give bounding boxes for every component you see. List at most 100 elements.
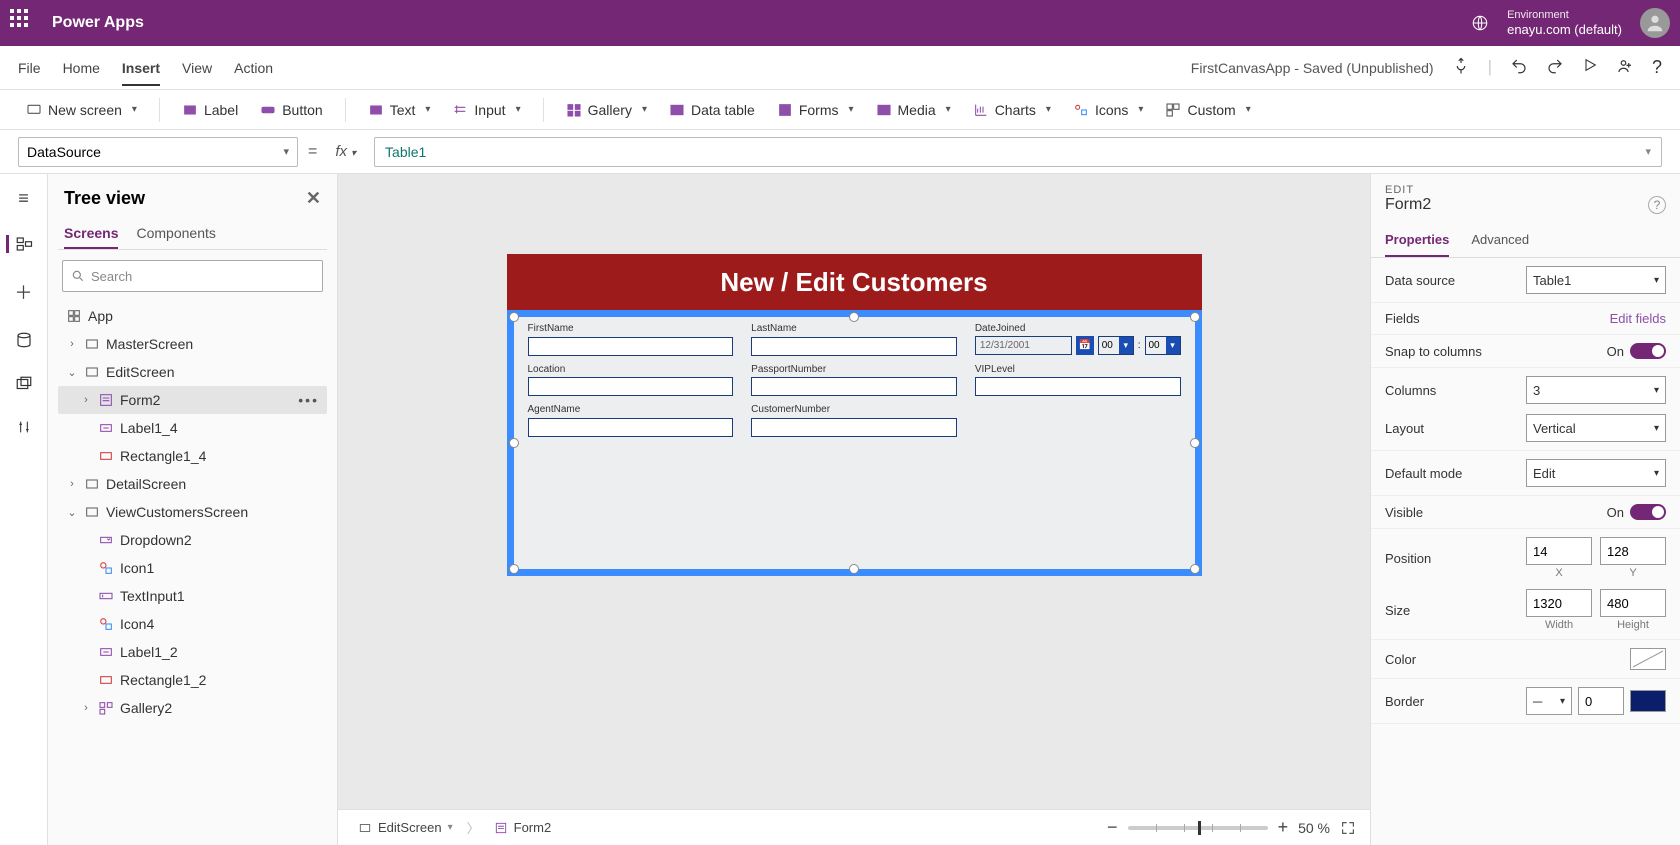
tree-form2[interactable]: › Form2 ••• xyxy=(58,386,327,414)
svg-text:ab: ab xyxy=(373,107,381,114)
close-tree-icon[interactable]: ✕ xyxy=(306,188,321,209)
globe-icon xyxy=(1471,14,1489,32)
forms-button[interactable]: Forms xyxy=(769,98,862,122)
tree-title: Tree view xyxy=(64,188,145,209)
help-icon[interactable]: ? xyxy=(1652,57,1662,78)
width-input[interactable] xyxy=(1526,589,1592,617)
tree-label12[interactable]: Label1_2 xyxy=(58,638,327,666)
tree-viewcustscreen[interactable]: ⌄ ViewCustomersScreen xyxy=(58,498,327,526)
label-button[interactable]: Label xyxy=(174,98,246,122)
border-style-select[interactable]: ─▾ xyxy=(1526,687,1572,715)
app-title: Power Apps xyxy=(52,14,144,32)
field-agentname[interactable]: AgentName xyxy=(528,404,734,437)
tree-rect14[interactable]: Rectangle1_4 xyxy=(58,442,327,470)
field-viplevel[interactable]: VIPLevel xyxy=(975,364,1181,397)
height-input[interactable] xyxy=(1600,589,1666,617)
field-passport[interactable]: PassportNumber xyxy=(751,364,957,397)
menu-home[interactable]: Home xyxy=(63,50,100,86)
calendar-icon[interactable]: 📅 xyxy=(1076,336,1094,355)
prop-help-icon[interactable]: ? xyxy=(1648,196,1666,214)
custom-button[interactable]: Custom xyxy=(1157,98,1258,122)
play-icon[interactable] xyxy=(1582,57,1598,78)
tree-gallery2[interactable]: › Gallery2 xyxy=(58,694,327,722)
data-table-button[interactable]: Data table xyxy=(661,98,763,122)
hamburger-icon[interactable]: ≡ xyxy=(18,188,29,209)
formula-input[interactable]: Table1 ▾ xyxy=(374,137,1662,167)
pos-x-input[interactable] xyxy=(1526,537,1592,565)
more-icon[interactable]: ••• xyxy=(298,392,319,408)
field-firstname[interactable]: FirstName xyxy=(528,323,734,356)
edit-fields-link[interactable]: Edit fields xyxy=(1610,311,1666,326)
data-icon[interactable] xyxy=(15,331,33,349)
tab-properties[interactable]: Properties xyxy=(1385,224,1449,257)
canvas-screen[interactable]: New / Edit Customers FirstName LastName xyxy=(507,254,1202,576)
field-custnumber[interactable]: CustomerNumber xyxy=(751,404,957,437)
icons-button[interactable]: Icons xyxy=(1065,98,1152,122)
fit-icon[interactable] xyxy=(1340,820,1356,836)
field-datejoined[interactable]: DateJoined 12/31/2001 📅 00▾ : 00▾ xyxy=(975,323,1181,356)
text-button[interactable]: ab Text xyxy=(360,98,439,122)
tab-components[interactable]: Components xyxy=(136,219,215,249)
app-checker-icon[interactable] xyxy=(1452,57,1470,78)
property-selector[interactable]: DataSource ▾ xyxy=(18,137,298,167)
tree-editscreen[interactable]: ⌄ EditScreen xyxy=(58,358,327,386)
border-color-picker[interactable] xyxy=(1630,690,1666,712)
media-rail-icon[interactable] xyxy=(15,375,33,393)
layout-select[interactable]: Vertical▾ xyxy=(1526,414,1666,442)
snap-toggle[interactable] xyxy=(1630,343,1666,359)
zoom-slider[interactable] xyxy=(1128,826,1268,830)
field-location[interactable]: Location xyxy=(528,364,734,397)
button-button[interactable]: Button xyxy=(252,98,330,122)
visible-toggle[interactable] xyxy=(1630,504,1666,520)
tree-textinput1[interactable]: TextInput1 xyxy=(58,582,327,610)
environment-picker[interactable]: Environment enayu.com (default) xyxy=(1507,9,1622,38)
tools-icon[interactable] xyxy=(16,419,32,435)
prop-type: EDIT xyxy=(1385,184,1666,196)
breadcrumb-control[interactable]: Form2 xyxy=(488,820,558,835)
equals-sign: = xyxy=(308,143,317,161)
menu-action[interactable]: Action xyxy=(234,50,273,86)
screen-title: New / Edit Customers xyxy=(507,254,1202,310)
new-screen-button[interactable]: New screen xyxy=(18,98,145,122)
menu-insert[interactable]: Insert xyxy=(122,50,160,86)
border-width-input[interactable] xyxy=(1578,687,1624,715)
undo-icon[interactable] xyxy=(1510,57,1528,78)
pos-y-input[interactable] xyxy=(1600,537,1666,565)
zoom-value: 50 % xyxy=(1298,820,1330,836)
menu-file[interactable]: File xyxy=(18,50,41,86)
input-button[interactable]: Input xyxy=(444,98,528,122)
media-button[interactable]: Media xyxy=(868,98,959,122)
tree-dropdown2[interactable]: Dropdown2 xyxy=(58,526,327,554)
tab-screens[interactable]: Screens xyxy=(64,219,118,249)
zoom-in-icon[interactable]: + xyxy=(1278,817,1289,838)
tree-icon4[interactable]: Icon4 xyxy=(58,610,327,638)
app-launcher-icon[interactable] xyxy=(10,9,38,37)
color-picker[interactable] xyxy=(1630,648,1666,670)
tree-icon1[interactable]: Icon1 xyxy=(58,554,327,582)
save-status: FirstCanvasApp - Saved (Unpublished) xyxy=(1191,60,1434,76)
zoom-out-icon[interactable]: − xyxy=(1107,817,1118,838)
tree-detailscreen[interactable]: › DetailScreen xyxy=(58,470,327,498)
default-mode-select[interactable]: Edit▾ xyxy=(1526,459,1666,487)
tree-label14[interactable]: Label1_4 xyxy=(58,414,327,442)
tree-search-input[interactable]: Search xyxy=(62,260,323,292)
share-icon[interactable] xyxy=(1616,57,1634,78)
fx-button[interactable]: fx xyxy=(327,143,364,160)
redo-icon[interactable] xyxy=(1546,57,1564,78)
tree-view-icon[interactable] xyxy=(6,235,33,253)
prop-name: Form2 xyxy=(1385,196,1431,214)
add-icon[interactable]: ＋ xyxy=(15,279,33,305)
tree-masterscreen[interactable]: › MasterScreen xyxy=(58,330,327,358)
breadcrumb-screen[interactable]: EditScreen ▾ xyxy=(352,820,459,835)
user-avatar[interactable] xyxy=(1640,8,1670,38)
field-lastname[interactable]: LastName xyxy=(751,323,957,356)
menu-view[interactable]: View xyxy=(182,50,212,86)
tree-rect12[interactable]: Rectangle1_2 xyxy=(58,666,327,694)
charts-button[interactable]: Charts xyxy=(965,98,1059,122)
tab-advanced[interactable]: Advanced xyxy=(1471,224,1529,257)
tree-app[interactable]: App xyxy=(58,302,327,330)
gallery-button[interactable]: Gallery xyxy=(558,98,655,122)
form2-control[interactable]: FirstName LastName DateJoined 12/31/2001… xyxy=(507,310,1202,576)
columns-select[interactable]: 3▾ xyxy=(1526,376,1666,404)
data-source-select[interactable]: Table1▾ xyxy=(1526,266,1666,294)
